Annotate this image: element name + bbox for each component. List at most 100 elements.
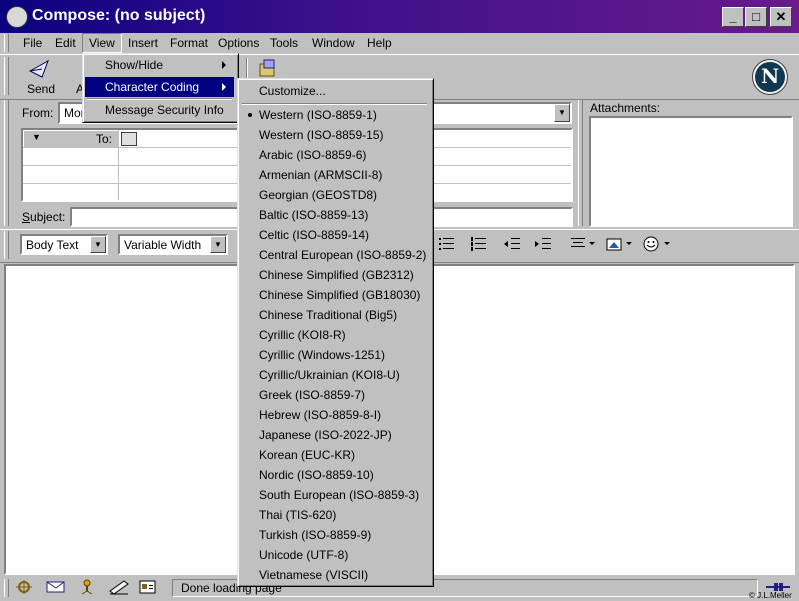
coding-option[interactable]: Thai (TIS-620) [240,505,429,525]
coding-option-label: Cyrillic (Windows-1251) [259,348,386,362]
minimize-button[interactable]: _ [722,7,744,27]
coding-option[interactable]: Chinese Traditional (Big5) [240,305,429,325]
format-grip[interactable] [4,231,9,259]
coding-option-label: Vietnamese (VISCII) [259,568,369,582]
from-dropdown-arrow[interactable]: ▼ [554,104,570,122]
coding-option[interactable]: Greek (ISO-8859-7) [240,385,429,405]
coding-option-label: Cyrillic/Ukrainian (KOI8-U) [259,368,400,382]
menu-insert[interactable]: Insert [122,33,164,53]
coding-option[interactable]: Western (ISO-8859-1) [240,105,429,125]
coding-option-label: Celtic (ISO-8859-14) [259,228,370,242]
copyright-note: © J.L.Meller [749,591,792,600]
coding-option[interactable]: Cyrillic/Ukrainian (KOI8-U) [240,365,429,385]
attachment-splitter[interactable] [578,100,583,226]
instant-messenger-icon[interactable] [78,579,96,595]
coding-option[interactable]: Japanese (ISO-2022-JP) [240,425,429,445]
coding-option[interactable]: Central European (ISO-8859-2) [240,245,429,265]
mail-icon[interactable] [46,580,66,594]
coding-option-label: Central European (ISO-8859-2) [259,248,427,262]
numbered-list-icon[interactable] [470,237,488,251]
maximize-button[interactable]: □ [745,7,767,27]
component-navigator-icon[interactable] [14,579,34,595]
attachments-list[interactable] [589,116,793,227]
close-button[interactable]: ✕ [770,7,792,27]
composer-icon[interactable] [108,579,130,595]
address-grip[interactable] [4,100,9,226]
outdent-icon[interactable] [503,237,521,251]
character-coding-submenu: Customize... Western (ISO-8859-1) Western… [237,78,434,587]
coding-option[interactable]: Western (ISO-8859-15) [240,125,429,145]
coding-option[interactable]: Arabic (ISO-8859-6) [240,145,429,165]
insert-object-icon[interactable] [606,236,634,252]
coding-option[interactable]: Turkish (ISO-8859-9) [240,525,429,545]
to-type-selector[interactable]: ▼ To: [23,130,119,148]
coding-option-label: South European (ISO-8859-3) [259,488,420,502]
menubar-grip[interactable] [4,34,9,52]
subject-label: Subject: [22,210,66,224]
paragraph-style-select[interactable]: Body Text ▼ [20,234,108,255]
smiley-icon[interactable] [643,236,673,252]
send-icon [28,59,49,78]
paragraph-style-arrow[interactable]: ▼ [90,236,106,253]
menu-view[interactable]: View [82,33,122,53]
menu-edit[interactable]: Edit [49,33,82,53]
menu-help[interactable]: Help [361,33,398,53]
save-draft-icon[interactable] [256,58,280,80]
coding-customize[interactable]: Customize... [240,81,429,101]
coding-option[interactable]: Armenian (ARMSCII-8) [240,165,429,185]
indent-icon[interactable] [534,237,552,251]
view-menu-character-coding[interactable]: Character Coding [85,77,234,97]
address-card-icon [121,132,137,146]
send-button[interactable]: Send [18,57,62,96]
view-menu-message-security[interactable]: Message Security Info [85,100,234,120]
toolbar-grip[interactable] [4,57,9,95]
compose-app-icon[interactable] [6,6,28,28]
coding-option[interactable]: Cyrillic (Windows-1251) [240,345,429,365]
message-security-label: Message Security Info [105,103,224,117]
coding-option[interactable]: Unicode (UTF-8) [240,545,429,565]
view-menu-show-hide[interactable]: Show/Hide [85,55,234,75]
show-hide-label: Show/Hide [105,58,164,72]
coding-option[interactable]: Nordic (ISO-8859-10) [240,465,429,485]
customize-label: Customize... [259,84,326,98]
radio-check-icon [248,113,252,117]
netscape-throbber[interactable]: N [752,59,788,95]
coding-option[interactable]: Cyrillic (KOI8-R) [240,325,429,345]
window-title: Compose: (no subject) [32,7,206,24]
to-dropdown-arrow[interactable]: ▼ [32,132,41,142]
netscape-logo-letter: N [761,64,780,88]
menu-format[interactable]: Format [164,33,214,53]
coding-option-label: Chinese Simplified (GB18030) [259,288,421,302]
coding-option[interactable]: Celtic (ISO-8859-14) [240,225,429,245]
menu-options[interactable]: Options [212,33,265,53]
status-grip[interactable] [4,579,9,597]
coding-option-label: Unicode (UTF-8) [259,548,349,562]
menu-tools[interactable]: Tools [264,33,304,53]
address-book-icon[interactable] [138,579,158,595]
menu-file[interactable]: File [17,33,48,53]
font-face-select[interactable]: Variable Width ▼ [118,234,228,255]
character-coding-label: Character Coding [105,80,200,94]
coding-option-label: Turkish (ISO-8859-9) [259,528,372,542]
coding-option[interactable]: South European (ISO-8859-3) [240,485,429,505]
coding-option[interactable]: Chinese Simplified (GB18030) [240,285,429,305]
to-label: To: [96,132,113,146]
coding-option-label: Chinese Simplified (GB2312) [259,268,414,282]
coding-option-label: Korean (EUC-KR) [259,448,356,462]
coding-option[interactable]: Vietnamese (VISCII) [240,565,429,585]
font-face-arrow[interactable]: ▼ [210,236,226,253]
menu-window[interactable]: Window [306,33,361,53]
submenu-arrow-icon [222,61,226,69]
coding-option-label: Western (ISO-8859-1) [259,108,377,122]
align-dropdown-icon[interactable] [570,237,596,251]
coding-option-label: Cyrillic (KOI8-R) [259,328,346,342]
coding-option[interactable]: Georgian (GEOSTD8) [240,185,429,205]
coding-option[interactable]: Korean (EUC-KR) [240,445,429,465]
coding-option[interactable]: Chinese Simplified (GB2312) [240,265,429,285]
view-menu-popup: Show/Hide Character Coding Message Secur… [82,53,239,123]
coding-option[interactable]: Baltic (ISO-8859-13) [240,205,429,225]
grid-column-line [118,130,119,200]
font-face-value: Variable Width [124,238,202,252]
bullet-list-icon[interactable] [438,237,456,251]
coding-option[interactable]: Hebrew (ISO-8859-8-I) [240,405,429,425]
